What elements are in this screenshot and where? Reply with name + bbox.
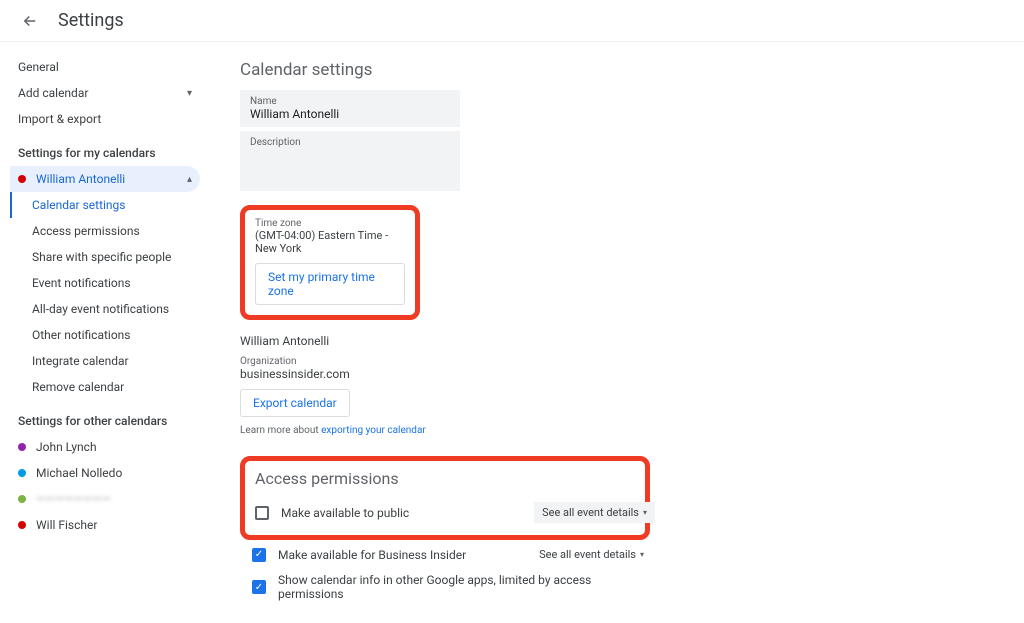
section-title-calendar-settings: Calendar settings: [240, 60, 984, 80]
highlight-timezone: Time zone (GMT-04:00) Eastern Time - New…: [240, 205, 420, 320]
highlight-access-permissions: Access permissions Make available to pub…: [240, 456, 650, 540]
checkbox-google-apps[interactable]: ✓: [252, 580, 266, 594]
sidebar-item-general[interactable]: General: [10, 54, 200, 80]
perm-row-google-apps: ✓ Show calendar info in other Google app…: [252, 569, 652, 605]
perm-label: Make available for Business Insider: [278, 548, 466, 562]
description-field[interactable]: Description: [240, 131, 460, 191]
timezone-value: (GMT-04:00) Eastern Time - New York: [255, 229, 405, 255]
chevron-up-icon: ▴: [187, 174, 192, 185]
owner-name: William Antonelli: [240, 334, 984, 348]
sidebar-calendar-selected[interactable]: William Antonelli ▴: [10, 166, 200, 192]
learn-more-text: Learn more about exporting your calendar: [240, 425, 984, 436]
timezone-label: Time zone: [255, 218, 405, 229]
calendar-color-dot: [18, 469, 26, 477]
calendar-color-dot: [18, 521, 26, 529]
sidebar-item-add-calendar[interactable]: Add calendar ▾: [10, 80, 200, 106]
sidebar-sub-integrate-calendar[interactable]: Integrate calendar: [10, 348, 200, 374]
sidebar: General Add calendar ▾ Import & export S…: [0, 42, 200, 623]
sidebar-sub-allday-notifications[interactable]: All-day event notifications: [10, 296, 200, 322]
perm-row-public: Make available to public See all event d…: [255, 498, 655, 527]
sidebar-sub-share-specific[interactable]: Share with specific people: [10, 244, 200, 270]
dropdown-org-visibility[interactable]: See all event details ▾: [531, 544, 652, 565]
calendar-color-dot: [18, 443, 26, 451]
exporting-help-link[interactable]: exporting your calendar: [321, 425, 426, 436]
sidebar-sub-remove-calendar[interactable]: Remove calendar: [10, 374, 200, 400]
main-content: Calendar settings Name William Antonelli…: [200, 42, 1024, 623]
export-calendar-button[interactable]: Export calendar: [240, 389, 350, 417]
name-label: Name: [250, 96, 450, 107]
name-value: William Antonelli: [250, 107, 450, 121]
calendar-color-dot: [18, 495, 26, 503]
chevron-down-icon: ▾: [187, 88, 192, 99]
set-primary-timezone-button[interactable]: Set my primary time zone: [255, 263, 405, 305]
sidebar-sub-calendar-settings[interactable]: Calendar settings: [10, 192, 200, 218]
perm-row-org: ✓ Make available for Business Insider Se…: [252, 540, 652, 569]
calendar-color-dot: [18, 175, 26, 183]
chevron-down-icon: ▾: [643, 508, 647, 517]
sidebar-sub-event-notifications[interactable]: Event notifications: [10, 270, 200, 296]
sidebar-sub-other-notifications[interactable]: Other notifications: [10, 322, 200, 348]
organization-label: Organization: [240, 356, 984, 367]
name-field[interactable]: Name William Antonelli: [240, 90, 460, 127]
organization-value: businessinsider.com: [240, 367, 984, 381]
page-title: Settings: [58, 10, 124, 31]
sidebar-section-other-calendars: Settings for other calendars: [10, 400, 200, 434]
dropdown-public-visibility[interactable]: See all event details ▾: [534, 502, 655, 523]
sidebar-other-cal-2[interactable]: ————————: [10, 486, 200, 512]
section-title-access-permissions: Access permissions: [255, 469, 635, 488]
description-label: Description: [250, 137, 450, 148]
sidebar-item-import-export[interactable]: Import & export: [10, 106, 200, 132]
sidebar-other-cal-1[interactable]: Michael Nolledo: [10, 460, 200, 486]
sidebar-other-cal-0[interactable]: John Lynch: [10, 434, 200, 460]
app-header: Settings: [0, 0, 1024, 42]
back-arrow-icon[interactable]: [20, 11, 40, 31]
sidebar-sub-access-permissions[interactable]: Access permissions: [10, 218, 200, 244]
perm-label: Show calendar info in other Google apps,…: [278, 573, 652, 601]
sidebar-section-my-calendars: Settings for my calendars: [10, 132, 200, 166]
chevron-down-icon: ▾: [640, 550, 644, 559]
sidebar-other-cal-3[interactable]: Will Fischer: [10, 512, 200, 538]
checkbox-org[interactable]: ✓: [252, 548, 266, 562]
